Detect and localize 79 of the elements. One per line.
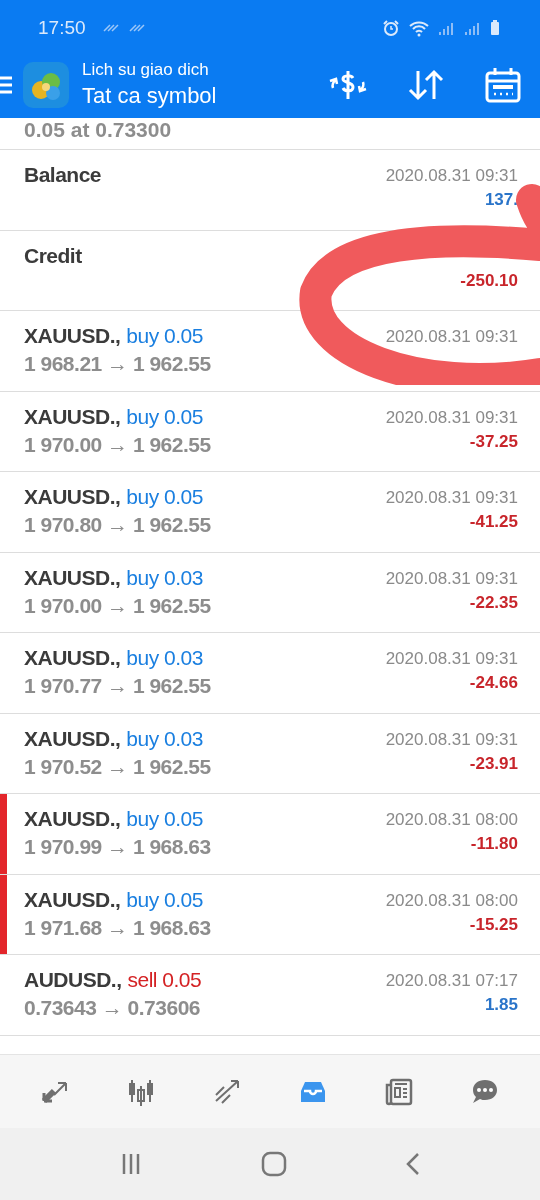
history-row[interactable]: XAUUSD., buy 0.03 1 970.77 → 1 962.55 2020.08.31 09:31 -24.66 <box>0 633 540 714</box>
back-icon[interactable] <box>405 1152 421 1176</box>
profit-amount: -23.91 <box>469 752 518 775</box>
history-row[interactable]: Balance 2020.08.31 09:31 137. <box>0 150 540 231</box>
trade-date: 2020.08.31 08:00 <box>385 889 518 912</box>
trade-action: buy 0.05 <box>126 403 203 430</box>
profit-amount: -250.10 <box>460 269 518 292</box>
price-change: 1 970.99 → 1 968.63 <box>24 834 211 860</box>
history-row[interactable]: XAUUSD., buy 0.03 1 970.52 → 1 962.55 2020.08.31 09:31 -23.91 <box>0 713 540 794</box>
sort-icon[interactable] <box>406 68 446 102</box>
trade-action: buy 0.05 <box>126 806 203 832</box>
calendar-icon[interactable] <box>484 67 522 103</box>
status-time: 17:50 <box>38 17 86 39</box>
symbol-label: XAUUSD., <box>24 403 121 430</box>
profit-amount: 1.85 <box>484 994 518 1016</box>
profit-amount: -37.25 <box>469 430 518 453</box>
history-row[interactable]: XAUUSD., buy 0.05 1 968.21 → 1 962.55 2020.08.31 09:31 <box>0 311 540 392</box>
price-change: 1 971.68 → 1 968.63 <box>24 914 211 941</box>
history-row[interactable]: AUDUSD., sell 0.05 0.73643 → 0.73606 2020.08.31 07:17 1.85 <box>0 955 540 1036</box>
profit-amount: 137. <box>484 189 518 211</box>
profit-amount: -11.80 <box>470 833 518 855</box>
trade-date: 2020.08.31 09:31 <box>385 567 518 590</box>
alarm-icon <box>382 19 400 37</box>
trade-action: buy 0.03 <box>126 564 203 591</box>
battery-icon <box>490 20 500 36</box>
trade-date: 2020.08.31 09:31 <box>385 648 518 670</box>
symbol-label: XAUUSD., <box>24 323 121 349</box>
price-change: 1 970.52 → 1 962.55 <box>24 753 211 780</box>
symbol-filter[interactable]: Tat ca symbol <box>82 81 217 111</box>
history-row[interactable]: XAUUSD., buy 0.05 1 971.68 → 1 968.63 2020.08.31 08:00 -15.25 <box>0 874 540 955</box>
price-change: 1 970.00 → 1 962.55 <box>24 592 211 619</box>
history-row[interactable]: Credit -250.10 <box>0 230 540 311</box>
symbol-label: AUDUSD., <box>24 967 122 993</box>
entry-title: Balance <box>24 162 102 188</box>
symbol-label: XAUUSD., <box>24 645 121 671</box>
price-change: 1 970.77 → 1 962.55 <box>24 673 211 699</box>
profit-amount: -24.66 <box>469 672 518 694</box>
price-change: 0.73643 → 0.73606 <box>24 995 201 1021</box>
trade-date: 2020.08.31 09:31 <box>385 728 518 751</box>
trade-action: buy 0.05 <box>126 886 203 913</box>
screen-title: Lich su giao dich <box>82 59 210 81</box>
entry-title: Credit <box>24 242 82 269</box>
history-row[interactable]: XAUUSD., buy 0.03 1 970.00 → 1 962.55 2020.08.31 09:31 -22.35 <box>0 552 540 633</box>
trade-date: 2020.08.31 09:31 <box>385 326 518 348</box>
price-change: 1 970.00 → 1 962.55 <box>24 431 211 458</box>
newspaper-icon[interactable] <box>383 1076 415 1107</box>
signal-icon <box>464 20 482 36</box>
notification-icon <box>101 23 120 33</box>
menu-icon[interactable] <box>0 75 12 95</box>
symbol-label: XAUUSD., <box>24 806 121 832</box>
notification-icon <box>127 23 146 33</box>
price-change: 1 970.80 → 1 962.55 <box>24 512 211 538</box>
app-logo-icon <box>23 62 69 108</box>
history-row[interactable]: XAUUSD., buy 0.05 1 970.99 → 1 968.63 2020.08.31 08:00 -11.80 <box>0 794 540 875</box>
trade-date: 2020.08.31 09:31 <box>385 487 518 509</box>
currency-exchange-icon[interactable] <box>328 68 368 102</box>
home-icon[interactable] <box>261 1151 287 1177</box>
symbol-label: XAUUSD., <box>24 564 121 591</box>
profit-amount: -15.25 <box>469 913 518 936</box>
trade-action: buy 0.03 <box>126 725 203 752</box>
signal-icon <box>438 20 456 36</box>
trade-date: 2020.08.31 09:31 <box>385 406 518 429</box>
price-change: 1 968.21 → 1 962.55 <box>24 351 211 377</box>
symbol-label: XAUUSD., <box>24 725 121 752</box>
trade-date: 2020.08.31 08:00 <box>385 809 518 831</box>
trade-action: buy 0.03 <box>126 645 203 671</box>
trade-detail: 0.05 at 0.73300 <box>23 119 172 143</box>
trade-date: 2020.08.31 09:31 <box>385 165 518 187</box>
history-row[interactable]: XAUUSD., buy 0.05 1 970.00 → 1 962.55 2020.08.31 09:31 -37.25 <box>0 391 540 472</box>
trade-date: 2020.08.31 07:17 <box>385 970 518 992</box>
history-row[interactable]: XAUUSD., buy 0.05 1 970.80 → 1 962.55 2020.08.31 09:31 -41.25 <box>0 472 540 553</box>
trade-action: sell 0.05 <box>127 967 202 993</box>
profit-amount: -22.35 <box>469 591 518 614</box>
trade-action: buy 0.05 <box>126 484 203 510</box>
trade-action: buy 0.05 <box>126 323 203 349</box>
profit-amount: -41.25 <box>469 511 518 533</box>
wifi-icon <box>408 19 430 37</box>
symbol-label: XAUUSD., <box>24 886 121 913</box>
symbol-label: XAUUSD., <box>24 484 121 510</box>
